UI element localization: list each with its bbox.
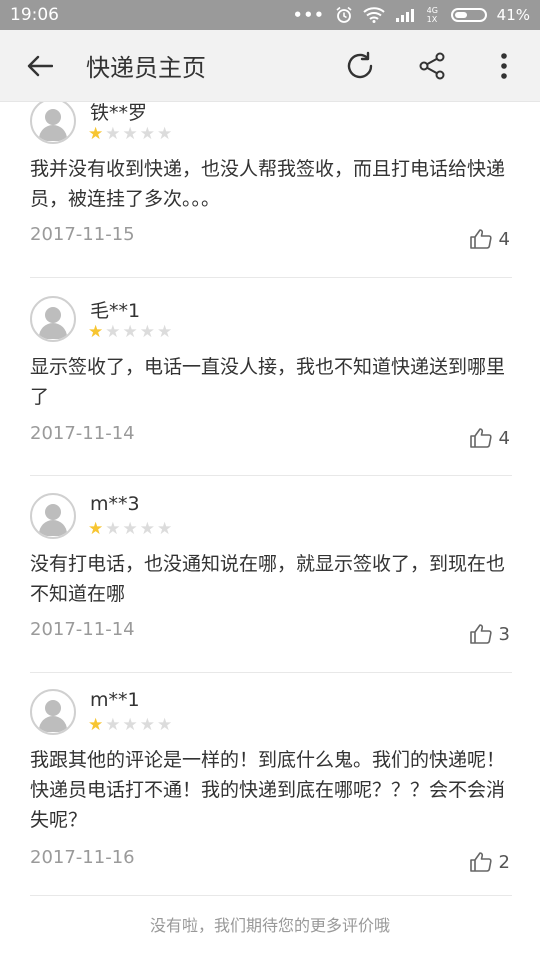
star-empty-icon: ★ — [139, 124, 155, 144]
like-count: 4 — [498, 228, 510, 250]
rating-stars: ★ ★ ★ ★ ★ — [88, 717, 172, 734]
like-button[interactable]: 4 — [469, 427, 510, 449]
star-empty-icon: ★ — [157, 322, 173, 342]
avatar — [30, 689, 76, 735]
refresh-icon — [347, 51, 373, 78]
avatar — [30, 296, 76, 342]
more-options-button[interactable] — [468, 30, 540, 102]
review-text: 没有打电话，也没通知说在哪，就显示签收了，到现在也不知道在哪 — [30, 553, 506, 605]
alarm-icon — [336, 6, 352, 23]
star-empty-icon: ★ — [122, 715, 138, 735]
more-vert-icon — [501, 52, 507, 79]
like-button[interactable]: 3 — [469, 623, 510, 645]
star-empty-icon: ★ — [105, 519, 121, 539]
app-bar-actions — [324, 30, 540, 102]
review-text: 我并没有收到快递，也没人帮我签收，而且打电话给快递员，被连挂了多次。。。 — [30, 158, 506, 210]
avatar — [30, 102, 76, 144]
star-empty-icon: ★ — [157, 124, 173, 144]
star-empty-icon: ★ — [157, 519, 173, 539]
back-arrow-icon — [27, 55, 53, 76]
like-count: 4 — [498, 427, 510, 449]
star-empty-icon: ★ — [157, 715, 173, 735]
reviewer-name: 毛**1 — [90, 300, 141, 322]
star-empty-icon: ★ — [139, 715, 155, 735]
star-empty-icon: ★ — [105, 715, 121, 735]
star-empty-icon: ★ — [105, 322, 121, 342]
like-count: 2 — [498, 851, 510, 873]
review-date: 2017-11-14 — [30, 423, 135, 444]
star-empty-icon: ★ — [139, 519, 155, 539]
more-notifications-icon: ••• — [292, 6, 325, 24]
review-item: m**3 ★ ★ ★ ★ ★ 没有打电话，也没通知说在哪，就显示签收了，到现在也… — [30, 493, 512, 673]
review-item: m**1 ★ ★ ★ ★ ★ 我跟其他的评论是一样的！到底什么鬼。我们的快递呢！… — [30, 689, 512, 896]
star-empty-icon: ★ — [139, 322, 155, 342]
share-icon — [419, 52, 445, 79]
signal-icon — [395, 9, 414, 22]
share-button[interactable] — [396, 30, 468, 102]
like-button[interactable]: 4 — [469, 228, 510, 250]
like-count: 3 — [498, 623, 510, 645]
review-item: 铁**罗 ★ ★ ★ ★ ★ 我并没有收到快递，也没人帮我签收，而且打电话给快递… — [30, 102, 512, 278]
thumbs-up-icon — [469, 852, 492, 872]
star-empty-icon: ★ — [122, 124, 138, 144]
battery-percent: 41% — [496, 6, 530, 24]
rating-stars: ★ ★ ★ ★ ★ — [88, 126, 172, 143]
rating-stars: ★ ★ ★ ★ ★ — [88, 324, 172, 341]
review-list[interactable]: 铁**罗 ★ ★ ★ ★ ★ 我并没有收到快递，也没人帮我签收，而且打电话给快递… — [0, 102, 540, 960]
rating-stars: ★ ★ ★ ★ ★ — [88, 521, 172, 538]
like-button[interactable]: 2 — [469, 851, 510, 873]
star-empty-icon: ★ — [105, 124, 121, 144]
status-time: 19:06 — [10, 5, 59, 25]
star-empty-icon: ★ — [122, 519, 138, 539]
thumbs-up-icon — [469, 428, 492, 448]
wifi-icon — [362, 7, 385, 23]
thumbs-up-icon — [469, 229, 492, 249]
app-bar: 快递员主页 — [0, 30, 540, 102]
review-date: 2017-11-16 — [30, 847, 135, 868]
network-type-label: 4G 1X — [426, 6, 438, 24]
review-text: 显示签收了，电话一直没人接，我也不知道快递送到哪里了 — [30, 356, 506, 408]
status-icons: ••• 4G 1X 41% — [293, 6, 530, 24]
review-item: 毛**1 ★ ★ ★ ★ ★ 显示签收了，电话一直没人接，我也不知道快递送到哪里… — [30, 296, 512, 476]
page-title: 快递员主页 — [86, 54, 206, 82]
star-empty-icon: ★ — [122, 322, 138, 342]
avatar — [30, 493, 76, 539]
back-button[interactable] — [0, 30, 80, 102]
star-filled-icon: ★ — [88, 519, 104, 539]
reviewer-name: m**1 — [90, 689, 140, 711]
status-bar: 19:06 ••• 4G 1X 41% — [0, 0, 540, 30]
battery-icon — [450, 8, 487, 22]
review-text: 我跟其他的评论是一样的！到底什么鬼。我们的快递呢！快递员电话打不通！我的快递到底… — [30, 749, 506, 831]
star-filled-icon: ★ — [88, 715, 104, 735]
star-filled-icon: ★ — [88, 322, 104, 342]
refresh-button[interactable] — [324, 30, 396, 102]
thumbs-up-icon — [469, 624, 492, 644]
reviewer-name: m**3 — [90, 493, 140, 515]
review-date: 2017-11-15 — [30, 224, 135, 245]
end-of-list-message: 没有啦，我们期待您的更多评价哦 — [149, 916, 390, 935]
star-filled-icon: ★ — [88, 124, 104, 144]
reviewer-name: 铁**罗 — [90, 102, 148, 124]
review-date: 2017-11-14 — [30, 619, 135, 640]
